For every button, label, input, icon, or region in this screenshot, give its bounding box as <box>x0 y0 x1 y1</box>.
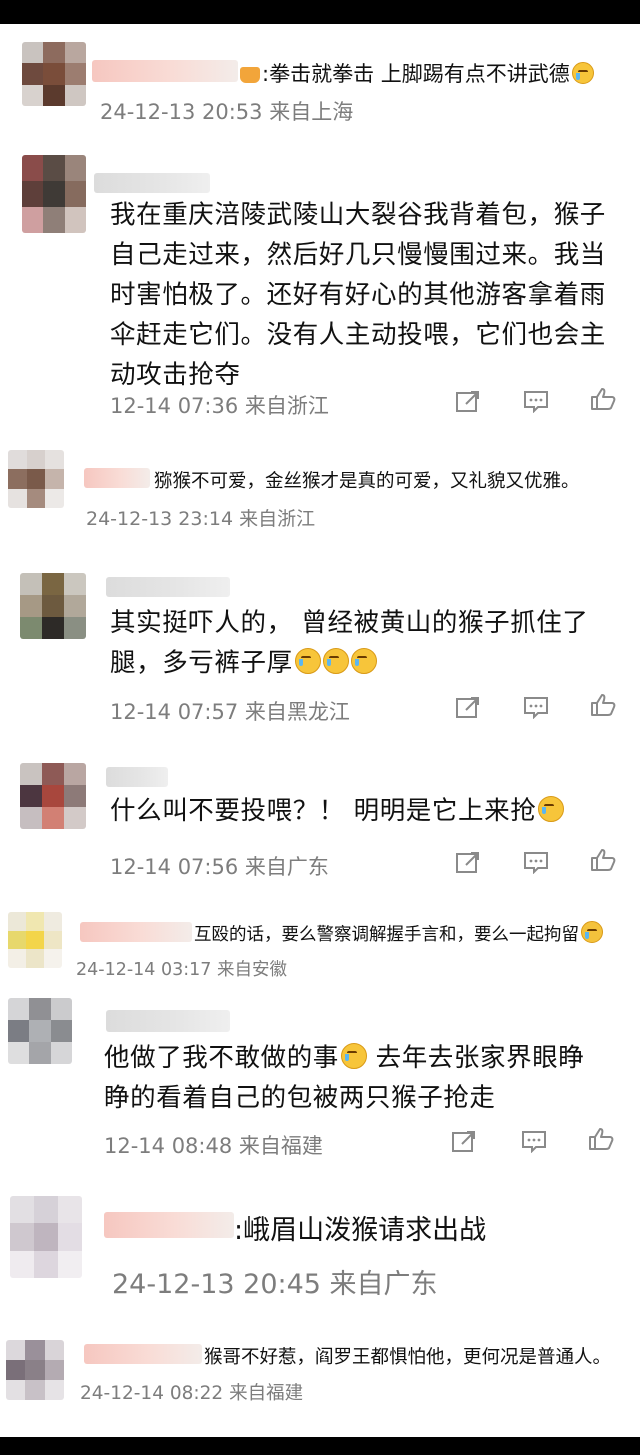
comment-4: 其实挺吓人的， 曾经被黄山的猴子抓住了 腿，多亏裤子厚 12-14 07:57 … <box>0 573 640 726</box>
username-blurred[interactable] <box>106 1010 230 1032</box>
comment-meta: 12-14 08:48 来自福建 <box>104 1130 323 1160</box>
like-button[interactable] <box>590 387 616 411</box>
comment-button[interactable] <box>523 850 549 874</box>
like-button[interactable] <box>588 1127 614 1151</box>
doge-cry-emoji-icon <box>340 1043 367 1069</box>
comment-icon <box>524 391 548 413</box>
comment-body: 我在重庆涪陵武陵山大裂谷我背着包，猴子 自己走过来，然后好几只慢慢围过来。我当 … <box>110 200 606 390</box>
share-icon <box>456 852 479 873</box>
username-blurred[interactable] <box>94 173 210 193</box>
comment-button[interactable] <box>521 1129 547 1153</box>
timestamp: 12-14 07:36 <box>110 394 239 418</box>
comment-meta: 12-14 07:36 来自浙江 <box>110 390 329 420</box>
timestamp: 24-12-13 20:45 <box>112 1269 321 1300</box>
avatar[interactable] <box>8 450 64 508</box>
comment-button[interactable] <box>523 389 549 413</box>
avatar[interactable] <box>10 1196 82 1278</box>
crying-emoji-icon <box>322 648 349 674</box>
crying-emoji-icon <box>294 648 321 674</box>
comment-text: 互殴的话，要么警察调解握手言和，要么一起拘留 <box>194 921 603 946</box>
location: 来自福建 <box>229 1383 304 1404</box>
comment-icon <box>522 1131 546 1153</box>
comment-3: 猕猴不可爱，金丝猴才是真的可爱，又礼貌又优雅。 24-12-13 23:14 来… <box>0 450 640 530</box>
doge-cry-emoji-icon <box>571 62 594 84</box>
comment-meta: 24-12-13 20:53 来自上海 <box>100 96 353 126</box>
bottom-black-bar <box>0 1437 640 1455</box>
share-button[interactable] <box>455 695 481 719</box>
comment-6: 互殴的话，要么警察调解握手言和，要么一起拘留 24-12-14 03:17 来自… <box>0 912 640 982</box>
comment-meta: 24-12-14 08:22 来自福建 <box>80 1379 303 1405</box>
crying-emoji-icon <box>350 648 377 674</box>
location: 来自福建 <box>238 1134 323 1158</box>
comment-meta: 24-12-14 03:17 来自安徽 <box>76 956 287 981</box>
username-blurred[interactable] <box>106 767 168 787</box>
comment-9: 猴哥不好惹，阎罗王都惧怕他，更何况是普通人。 24-12-14 08:22 来自… <box>0 1340 640 1412</box>
like-button[interactable] <box>590 693 616 717</box>
username-blurred[interactable] <box>84 468 150 488</box>
timestamp: 12-14 07:57 <box>110 700 239 724</box>
share-icon <box>456 391 479 412</box>
username-blurred[interactable] <box>104 1212 234 1238</box>
comment-icon <box>524 697 548 719</box>
location: 来自浙江 <box>244 394 329 418</box>
location: 来自浙江 <box>239 508 316 530</box>
timestamp: 24-12-13 20:53 <box>100 100 263 124</box>
like-icon <box>589 1128 614 1150</box>
avatar[interactable] <box>22 42 86 106</box>
timestamp: 24-12-14 03:17 <box>76 960 212 980</box>
avatar[interactable] <box>20 573 86 639</box>
location: 来自上海 <box>269 100 354 124</box>
comment-8: :峨眉山泼猴请求出战 24-12-13 20:45 来自广东 <box>0 1196 640 1306</box>
comment-5: 什么叫不要投喂？！ 明明是它上来抢 12-14 07:56 来自广东 <box>0 763 640 883</box>
like-button[interactable] <box>590 848 616 872</box>
like-icon <box>591 694 616 716</box>
avatar[interactable] <box>8 912 62 968</box>
comment-text: :峨眉山泼猴请求出战 <box>234 1215 487 1246</box>
crown-icon <box>240 67 260 83</box>
comment-7: 他做了我不敢做的事 去年去张家界眼睁 睁的看着自己的包被两只猴子抢走 12-14… <box>0 998 640 1168</box>
share-button[interactable] <box>455 389 481 413</box>
comment-meta: 24-12-13 20:45 来自广东 <box>112 1262 438 1301</box>
location: 来自安徽 <box>217 960 288 980</box>
share-button[interactable] <box>455 850 481 874</box>
comment-body: 什么叫不要投喂？！ 明明是它上来抢 <box>110 791 630 831</box>
share-icon <box>452 1131 475 1152</box>
comment-meta: 12-14 07:56 来自广东 <box>110 851 329 881</box>
comment-body: 其实挺吓人的， 曾经被黄山的猴子抓住了 腿，多亏裤子厚 <box>110 608 589 678</box>
timestamp: 24-12-13 23:14 <box>86 508 234 530</box>
location: 来自广东 <box>329 1269 438 1300</box>
comment-body: 他做了我不敢做的事 去年去张家界眼睁 睁的看着自己的包被两只猴子抢走 <box>104 1043 585 1113</box>
comment-meta: 12-14 07:57 来自黑龙江 <box>110 696 350 726</box>
username-blurred[interactable] <box>106 577 230 597</box>
avatar[interactable] <box>8 998 72 1064</box>
comment-text: 猴哥不好惹，阎罗王都惧怕他，更何况是普通人。 <box>204 1347 612 1368</box>
comment-2: 我在重庆涪陵武陵山大裂谷我背着包，猴子 自己走过来，然后好几只慢慢围过来。我当 … <box>0 155 640 425</box>
location: 来自黑龙江 <box>244 700 350 724</box>
timestamp: 12-14 08:48 <box>104 1134 233 1158</box>
doge-cry-emoji-icon <box>538 796 565 822</box>
cat-emoji-icon <box>581 921 603 943</box>
comment-text: 猕猴不可爱，金丝猴才是真的可爱，又礼貌又优雅。 <box>154 471 580 492</box>
comment-1: :拳击就拳击 上脚踢有点不讲武德 24-12-13 20:53 来自上海 <box>0 42 640 132</box>
comment-icon <box>524 852 548 874</box>
avatar[interactable] <box>22 155 86 233</box>
username-blurred[interactable] <box>80 922 192 942</box>
comment-button[interactable] <box>523 695 549 719</box>
top-black-bar <box>0 0 640 24</box>
avatar[interactable] <box>6 1340 64 1400</box>
share-button[interactable] <box>451 1129 477 1153</box>
share-icon <box>456 697 479 718</box>
username-blurred[interactable] <box>92 60 238 82</box>
username-blurred[interactable] <box>84 1344 202 1364</box>
like-icon <box>591 388 616 410</box>
timestamp: 12-14 07:56 <box>110 855 239 879</box>
comment-text: :拳击就拳击 上脚踢有点不讲武德 <box>240 58 594 88</box>
like-icon <box>591 849 616 871</box>
comment-meta: 24-12-13 23:14 来自浙江 <box>86 504 315 531</box>
avatar[interactable] <box>20 763 86 829</box>
timestamp: 24-12-14 08:22 <box>80 1383 224 1404</box>
location: 来自广东 <box>244 855 329 879</box>
